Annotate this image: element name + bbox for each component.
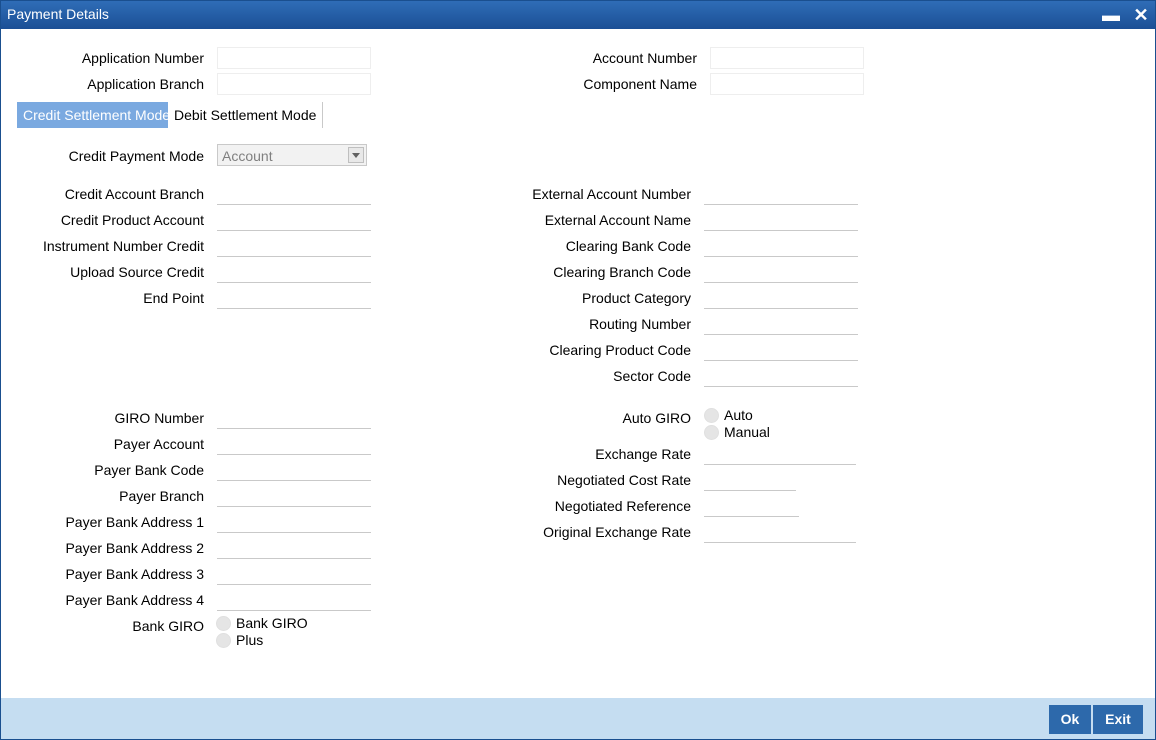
payer-account-field[interactable] xyxy=(217,433,371,455)
payer-bank-address-1-field[interactable] xyxy=(217,511,371,533)
bank-giro-label: Bank GIRO xyxy=(132,618,204,634)
payer-bank-address-4-field[interactable] xyxy=(217,589,371,611)
end-point-field[interactable] xyxy=(217,287,371,309)
end-point-label: End Point xyxy=(143,290,204,306)
exit-button[interactable]: Exit xyxy=(1093,705,1143,734)
external-account-number-label: External Account Number xyxy=(532,186,691,202)
manual-option-label: Manual xyxy=(724,424,770,440)
chevron-down-icon[interactable] xyxy=(348,147,364,163)
tab-credit-settlement-mode[interactable]: Credit Settlement Mode xyxy=(17,102,177,128)
credit-payment-mode-select[interactable]: Account xyxy=(217,144,367,166)
clearing-branch-code-field[interactable] xyxy=(704,261,858,283)
window-title: Payment Details xyxy=(7,6,109,22)
auto-radio[interactable] xyxy=(704,408,719,423)
external-account-name-field[interactable] xyxy=(704,209,858,231)
tab-debit-settlement-mode[interactable]: Debit Settlement Mode xyxy=(168,102,324,128)
credit-payment-mode-label: Credit Payment Mode xyxy=(68,148,204,164)
upload-source-credit-label: Upload Source Credit xyxy=(70,264,204,280)
title-bar: Payment Details ▬ ✕ xyxy=(1,1,1155,29)
payer-bank-address-4-label: Payer Bank Address 4 xyxy=(65,592,204,608)
payer-branch-label: Payer Branch xyxy=(119,488,204,504)
footer-bar xyxy=(1,698,1155,739)
payer-account-label: Payer Account xyxy=(113,436,204,452)
application-number-label: Application Number xyxy=(81,50,204,66)
component-name-field[interactable] xyxy=(710,73,864,95)
credit-product-account-label: Credit Product Account xyxy=(60,212,204,228)
negotiated-reference-label: Negotiated Reference xyxy=(554,498,691,514)
payer-bank-address-1-label: Payer Bank Address 1 xyxy=(65,514,204,530)
minimize-icon[interactable]: ▬ xyxy=(1100,4,1122,26)
payer-bank-address-3-label: Payer Bank Address 3 xyxy=(65,566,204,582)
clearing-branch-code-label: Clearing Branch Code xyxy=(553,264,691,280)
auto-option-label: Auto xyxy=(724,407,753,423)
auto-giro-label: Auto GIRO xyxy=(622,410,691,426)
payer-bank-address-2-field[interactable] xyxy=(217,537,371,559)
credit-account-branch-field[interactable] xyxy=(217,183,371,205)
clearing-product-code-field[interactable] xyxy=(704,339,858,361)
clearing-bank-code-field[interactable] xyxy=(704,235,858,257)
exchange-rate-field[interactable] xyxy=(704,443,856,465)
payer-bank-code-label: Payer Bank Code xyxy=(94,462,204,478)
credit-account-branch-label: Credit Account Branch xyxy=(64,186,204,202)
account-number-field[interactable] xyxy=(710,47,864,69)
payer-bank-address-3-field[interactable] xyxy=(217,563,371,585)
negotiated-cost-rate-field[interactable] xyxy=(704,469,796,491)
clearing-bank-code-label: Clearing Bank Code xyxy=(565,238,691,254)
plus-radio[interactable] xyxy=(216,633,231,648)
manual-radio[interactable] xyxy=(704,425,719,440)
account-number-label: Account Number xyxy=(592,50,697,66)
instrument-number-credit-field[interactable] xyxy=(217,235,371,257)
application-branch-label: Application Branch xyxy=(87,76,204,92)
routing-number-field[interactable] xyxy=(704,313,858,335)
instrument-number-credit-label: Instrument Number Credit xyxy=(42,238,204,254)
sector-code-field[interactable] xyxy=(704,365,858,387)
component-name-label: Component Name xyxy=(583,76,697,92)
payer-bank-code-field[interactable] xyxy=(217,459,371,481)
credit-product-account-field[interactable] xyxy=(217,209,371,231)
product-category-label: Product Category xyxy=(582,290,691,306)
plus-option-label: Plus xyxy=(236,632,264,648)
external-account-number-field[interactable] xyxy=(704,183,858,205)
bank-giro-radio[interactable] xyxy=(216,616,231,631)
close-icon[interactable]: ✕ xyxy=(1130,4,1152,26)
payer-branch-field[interactable] xyxy=(217,485,371,507)
giro-number-field[interactable] xyxy=(217,407,371,429)
payer-bank-address-2-label: Payer Bank Address 2 xyxy=(65,540,204,556)
product-category-field[interactable] xyxy=(704,287,858,309)
original-exchange-rate-field[interactable] xyxy=(704,521,856,543)
credit-payment-mode-value: Account xyxy=(222,148,273,164)
routing-number-label: Routing Number xyxy=(589,316,691,332)
upload-source-credit-field[interactable] xyxy=(217,261,371,283)
bank-giro-option-label: Bank GIRO xyxy=(236,615,308,631)
original-exchange-rate-label: Original Exchange Rate xyxy=(543,524,691,540)
payment-details-window: Payment Details ▬ ✕ Application Number A… xyxy=(0,0,1156,740)
sector-code-label: Sector Code xyxy=(613,368,691,384)
negotiated-cost-rate-label: Negotiated Cost Rate xyxy=(557,472,691,488)
ok-button[interactable]: Ok xyxy=(1049,705,1091,734)
external-account-name-label: External Account Name xyxy=(544,212,691,228)
application-number-field[interactable] xyxy=(217,47,371,69)
exchange-rate-label: Exchange Rate xyxy=(595,446,691,462)
giro-number-label: GIRO Number xyxy=(114,410,204,426)
negotiated-reference-field[interactable] xyxy=(704,495,799,517)
application-branch-field[interactable] xyxy=(217,73,371,95)
clearing-product-code-label: Clearing Product Code xyxy=(549,342,691,358)
